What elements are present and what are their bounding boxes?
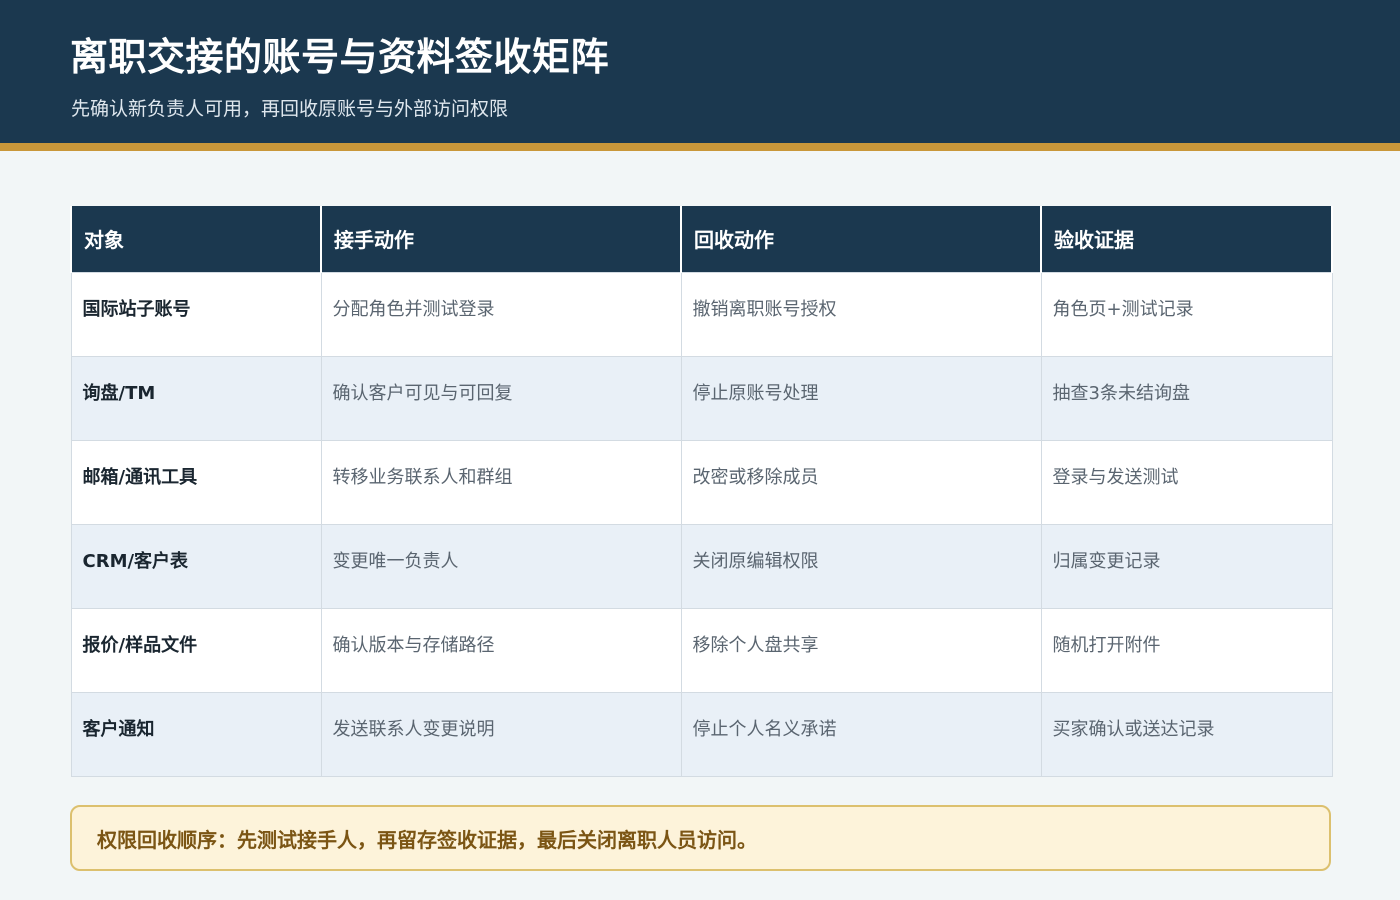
cell-takeover-action: 确认版本与存储路径 [320, 607, 682, 693]
cell-takeover-action: 发送联系人变更说明 [320, 691, 682, 777]
page-subtitle: 先确认新负责人可用，再回收原账号与外部访问权限 [71, 98, 509, 120]
cell-takeover-action: 分配角色并测试登录 [320, 271, 682, 357]
cell-revoke-action: 停止个人名义承诺 [680, 691, 1042, 777]
table-row: 国际站子账号 分配角色并测试登录 撤销离职账号授权 角色页+测试记录 [70, 271, 1333, 357]
column-header-takeover-action: 接手动作 [320, 206, 682, 272]
header-accent-bar [0, 143, 1400, 151]
column-header-object: 对象 [70, 206, 322, 272]
cell-object: 客户通知 [70, 691, 322, 777]
page-title: 离职交接的账号与资料签收矩阵 [70, 35, 610, 79]
cell-object: 询盘/TM [70, 355, 322, 441]
table-header-row: 对象 接手动作 回收动作 验收证据 [70, 206, 1333, 272]
cell-acceptance-evidence: 买家确认或送达记录 [1040, 691, 1333, 777]
cell-object: CRM/客户表 [70, 523, 322, 609]
cell-takeover-action: 转移业务联系人和群组 [320, 439, 682, 525]
table-row: 报价/样品文件 确认版本与存储路径 移除个人盘共享 随机打开附件 [70, 607, 1333, 693]
cell-revoke-action: 撤销离职账号授权 [680, 271, 1042, 357]
cell-acceptance-evidence: 登录与发送测试 [1040, 439, 1333, 525]
column-header-revoke-action: 回收动作 [680, 206, 1042, 272]
cell-acceptance-evidence: 抽查3条未结询盘 [1040, 355, 1333, 441]
page-header: 离职交接的账号与资料签收矩阵 先确认新负责人可用，再回收原账号与外部访问权限 [0, 0, 1400, 143]
table-row: 询盘/TM 确认客户可见与可回复 停止原账号处理 抽查3条未结询盘 [70, 355, 1333, 441]
revocation-order-notice: 权限回收顺序：先测试接手人，再留存签收证据，最后关闭离职人员访问。 [70, 805, 1331, 871]
cell-revoke-action: 改密或移除成员 [680, 439, 1042, 525]
cell-acceptance-evidence: 归属变更记录 [1040, 523, 1333, 609]
cell-acceptance-evidence: 随机打开附件 [1040, 607, 1333, 693]
table-row: 客户通知 发送联系人变更说明 停止个人名义承诺 买家确认或送达记录 [70, 691, 1333, 777]
cell-object: 国际站子账号 [70, 271, 322, 357]
cell-takeover-action: 变更唯一负责人 [320, 523, 682, 609]
handover-matrix-table: 对象 接手动作 回收动作 验收证据 国际站子账号 分配角色并测试登录 撤销离职账… [70, 206, 1333, 777]
table-row: CRM/客户表 变更唯一负责人 关闭原编辑权限 归属变更记录 [70, 523, 1333, 609]
cell-revoke-action: 关闭原编辑权限 [680, 523, 1042, 609]
cell-object: 邮箱/通讯工具 [70, 439, 322, 525]
cell-takeover-action: 确认客户可见与可回复 [320, 355, 682, 441]
cell-revoke-action: 停止原账号处理 [680, 355, 1042, 441]
cell-object: 报价/样品文件 [70, 607, 322, 693]
cell-revoke-action: 移除个人盘共享 [680, 607, 1042, 693]
column-header-acceptance-evidence: 验收证据 [1040, 206, 1333, 272]
cell-acceptance-evidence: 角色页+测试记录 [1040, 271, 1333, 357]
table-row: 邮箱/通讯工具 转移业务联系人和群组 改密或移除成员 登录与发送测试 [70, 439, 1333, 525]
notice-text: 权限回收顺序：先测试接手人，再留存签收证据，最后关闭离职人员访问。 [97, 827, 757, 852]
